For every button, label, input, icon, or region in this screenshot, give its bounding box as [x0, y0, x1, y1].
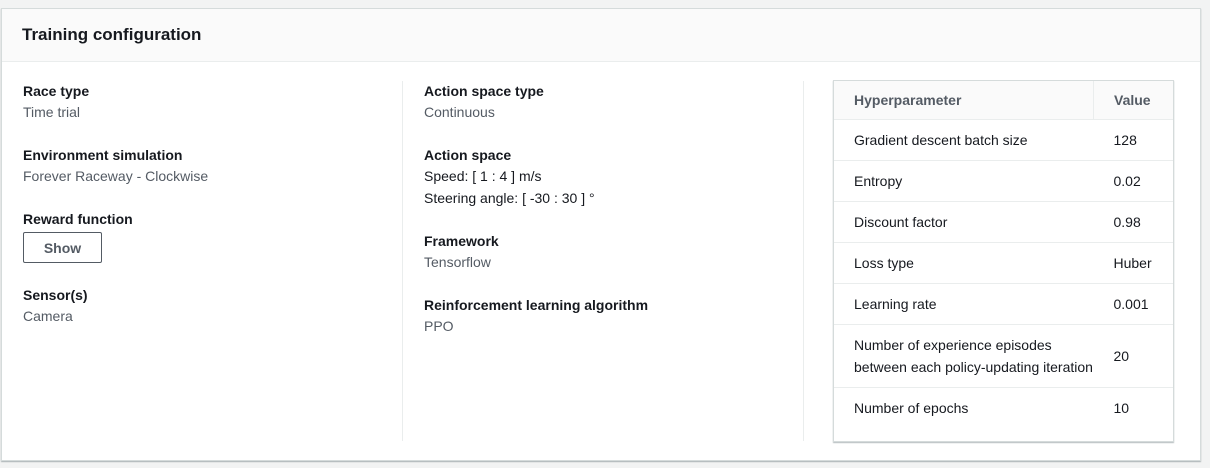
- action-space-speed: Speed: [ 1 : 4 ] m/s: [424, 168, 542, 184]
- hyperparameter-name: Discount factor: [834, 201, 1094, 243]
- config-column-middle: Action space type Continuous Action spac…: [424, 81, 794, 359]
- race-type-field: Race type Time trial: [23, 81, 393, 123]
- race-type-value: Time trial: [23, 104, 81, 120]
- framework-value: Tensorflow: [424, 254, 491, 270]
- table-row: Number of experience episodes between ea…: [834, 324, 1173, 388]
- hyperparameter-value: Huber: [1093, 242, 1173, 284]
- show-reward-function-button[interactable]: Show: [23, 232, 102, 263]
- environment-value: Forever Raceway - Clockwise: [23, 168, 209, 184]
- hyperparameter-name: Number of experience episodes between ea…: [834, 324, 1094, 388]
- hyperparameter-value: 128: [1093, 119, 1173, 161]
- environment-label: Environment simulation: [23, 147, 183, 163]
- hyperparameter-name: Gradient descent batch size: [834, 119, 1094, 161]
- sensors-field: Sensor(s) Camera: [23, 285, 393, 327]
- hyperparameter-value: 10: [1113, 400, 1130, 416]
- hyperparameter-name: Number of epochs: [854, 400, 969, 416]
- sensors-label: Sensor(s): [23, 287, 88, 303]
- algorithm-value: PPO: [424, 318, 454, 334]
- hyperparameter-name: Loss type: [834, 242, 1094, 284]
- hyperparameter-value: 0.001: [1093, 283, 1173, 325]
- action-space-steering: Steering angle: [ -30 : 30 ] °: [424, 190, 595, 206]
- action-space-type-label: Action space type: [424, 83, 544, 99]
- table-row: Learning rate 0.001: [834, 283, 1173, 325]
- table-header-row: Hyperparameter Value: [834, 81, 1173, 120]
- config-column-left: Race type Time trial Environment simulat…: [23, 81, 393, 349]
- training-configuration-panel: Training configuration Race type Time tr…: [1, 8, 1201, 461]
- table-row: Gradient descent batch size 128: [834, 119, 1173, 161]
- reward-function-label: Reward function: [23, 211, 133, 227]
- hyperparameter-value: 0.98: [1093, 201, 1173, 243]
- environment-field: Environment simulation Forever Raceway -…: [23, 145, 393, 187]
- table-row: Loss type Huber: [834, 242, 1173, 284]
- table-row: Number of epochs 10: [834, 388, 1173, 429]
- race-type-label: Race type: [23, 83, 90, 99]
- hyperparameter-name: Entropy: [834, 160, 1094, 202]
- table-row: Discount factor 0.98: [834, 201, 1173, 243]
- action-space-type-field: Action space type Continuous: [424, 81, 794, 123]
- column-divider: [402, 81, 403, 441]
- hyperparameter-value: 0.02: [1093, 160, 1173, 202]
- action-space-field: Action space Speed: [ 1 : 4 ] m/s Steeri…: [424, 145, 794, 209]
- algorithm-field: Reinforcement learning algorithm PPO: [424, 295, 794, 337]
- panel-title: Training configuration: [22, 25, 202, 44]
- sensors-value: Camera: [23, 308, 73, 324]
- framework-label: Framework: [424, 233, 499, 249]
- panel-header: Training configuration: [2, 9, 1200, 62]
- hyperparameter-table: Hyperparameter Value Gradient descent ba…: [833, 80, 1174, 442]
- reward-function-field: Reward function Show: [23, 209, 393, 263]
- hyperparameter-column-header: Hyperparameter: [834, 81, 1094, 120]
- column-divider: [803, 81, 804, 441]
- algorithm-label: Reinforcement learning algorithm: [424, 297, 649, 313]
- table-row: Entropy 0.02: [834, 160, 1173, 202]
- action-space-label: Action space: [424, 147, 512, 163]
- hyperparameter-name: Learning rate: [834, 283, 1094, 325]
- hyperparameter-value: 20: [1093, 324, 1173, 388]
- action-space-type-value: Continuous: [424, 104, 495, 120]
- framework-field: Framework Tensorflow: [424, 231, 794, 273]
- value-column-header: Value: [1093, 81, 1173, 120]
